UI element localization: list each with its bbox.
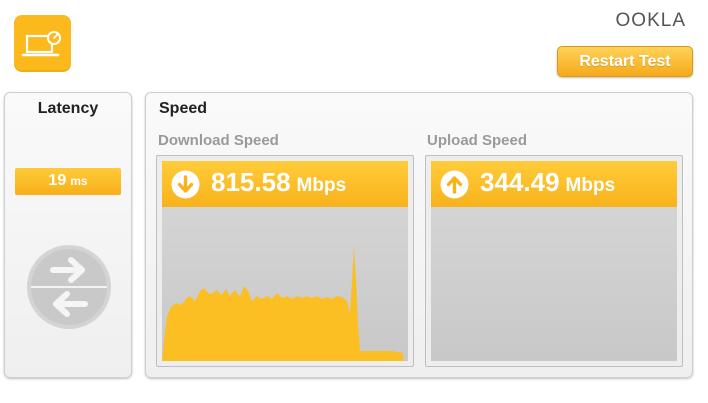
download-speed-value: 815.58 (211, 167, 291, 197)
speed-panel: Speed Download Speed Upload Speed 815.58… (145, 92, 693, 378)
latency-badge: 19 ms (15, 168, 121, 195)
download-speed-sparkline (162, 246, 403, 361)
ookla-logo: OOKLA (615, 10, 686, 31)
latency-unit: ms (70, 174, 88, 188)
upload-speed-label: Upload Speed (427, 132, 528, 149)
latency-title: Latency (37, 100, 99, 117)
latency-panel: Latency 19 ms (4, 92, 132, 378)
download-speed: 815.58 Mbps (211, 167, 346, 198)
laptop-speed-icon (14, 15, 71, 72)
upload-speed-value: 344.49 (480, 167, 560, 197)
upload-speed-bar: 344.49 Mbps (431, 161, 677, 207)
speedtest-window: OOKLA Restart Test Latency 19 ms Speed D… (0, 0, 708, 403)
upload-graph: 344.49 Mbps (425, 155, 683, 367)
download-speed-label: Download Speed (158, 132, 279, 149)
ping-exchange-icon (25, 243, 113, 336)
download-graph: 815.58 Mbps (156, 155, 414, 367)
upload-speed: 344.49 Mbps (480, 167, 615, 198)
upload-speed-unit: Mbps (565, 175, 616, 196)
download-speed-bar: 815.58 Mbps (162, 161, 408, 207)
speed-title: Speed (159, 100, 208, 117)
restart-test-button[interactable]: Restart Test (557, 46, 693, 77)
arrow-up-circle-icon (440, 170, 469, 204)
arrow-down-circle-icon (171, 170, 200, 204)
latency-value: 19 (48, 172, 67, 189)
download-speed-unit: Mbps (296, 175, 347, 196)
